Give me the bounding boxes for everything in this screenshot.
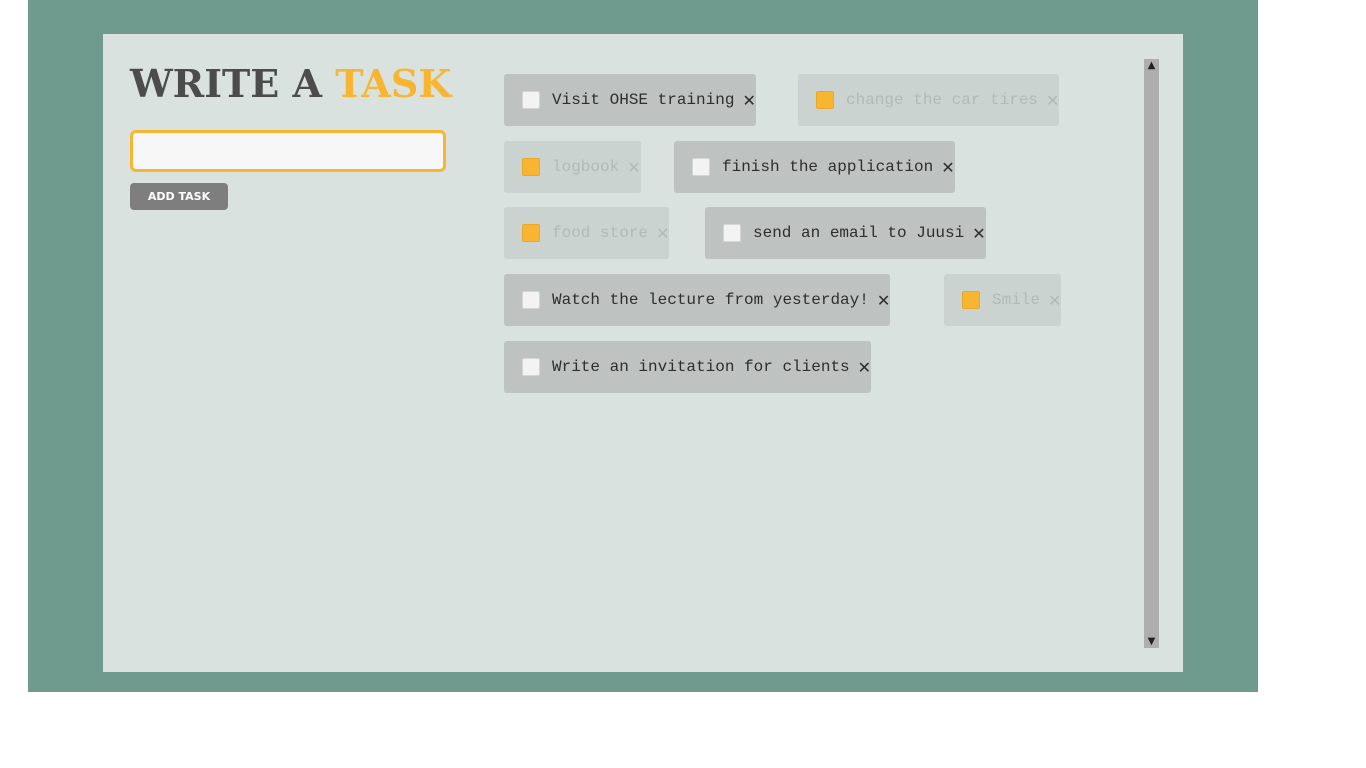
task-item: food store ✕ bbox=[504, 207, 670, 259]
task-checkbox[interactable] bbox=[522, 158, 540, 176]
close-icon[interactable]: ✕ bbox=[742, 91, 755, 110]
task-label: change the car tires bbox=[846, 91, 1039, 109]
task-checkbox[interactable] bbox=[692, 158, 710, 176]
close-icon[interactable]: ✕ bbox=[877, 291, 890, 310]
title-part-2: TASK bbox=[335, 61, 452, 106]
task-item: logbook ✕ bbox=[504, 141, 641, 193]
page-title: WRITE A TASK bbox=[130, 62, 451, 106]
chevron-up-icon[interactable]: ▲ bbox=[1144, 59, 1159, 72]
task-label: food store bbox=[552, 224, 649, 242]
app-background: WRITE A TASK ADD TASK Visit OHSE trainin… bbox=[28, 0, 1258, 692]
task-item: Write an invitation for clients ✕ bbox=[504, 341, 872, 393]
task-label: Smile bbox=[992, 291, 1041, 309]
task-item: Visit OHSE training ✕ bbox=[504, 74, 756, 126]
close-icon[interactable]: ✕ bbox=[1046, 91, 1059, 110]
task-checkbox[interactable] bbox=[816, 91, 834, 109]
close-icon[interactable]: ✕ bbox=[858, 358, 871, 377]
close-icon[interactable]: ✕ bbox=[941, 158, 954, 177]
task-checkbox[interactable] bbox=[723, 224, 741, 242]
task-label: Visit OHSE training bbox=[552, 91, 735, 109]
task-label: logbook bbox=[552, 158, 620, 176]
task-checkbox[interactable] bbox=[962, 291, 980, 309]
task-item: Watch the lecture from yesterday! ✕ bbox=[504, 274, 891, 326]
chevron-down-icon[interactable]: ▼ bbox=[1144, 635, 1159, 648]
task-checkbox[interactable] bbox=[522, 224, 540, 242]
todo-card: WRITE A TASK ADD TASK Visit OHSE trainin… bbox=[103, 34, 1183, 672]
task-label: send an email to Juusi bbox=[753, 224, 965, 242]
task-item: finish the application ✕ bbox=[674, 141, 955, 193]
title-part-1: WRITE A bbox=[130, 61, 322, 106]
task-label: Write an invitation for clients bbox=[552, 358, 850, 376]
task-item: change the car tires ✕ bbox=[798, 74, 1060, 126]
task-checkbox[interactable] bbox=[522, 91, 540, 109]
close-icon[interactable]: ✕ bbox=[972, 224, 985, 243]
close-icon[interactable]: ✕ bbox=[1048, 291, 1061, 310]
scrollbar[interactable]: ▲ ▼ bbox=[1144, 59, 1159, 648]
task-label: Watch the lecture from yesterday! bbox=[552, 291, 869, 309]
task-label: finish the application bbox=[722, 158, 934, 176]
task-input[interactable] bbox=[130, 130, 446, 172]
close-icon[interactable]: ✕ bbox=[627, 158, 640, 177]
add-task-button[interactable]: ADD TASK bbox=[130, 183, 228, 210]
task-checkbox[interactable] bbox=[522, 291, 540, 309]
task-item: Smile ✕ bbox=[944, 274, 1062, 326]
close-icon[interactable]: ✕ bbox=[656, 224, 669, 243]
task-checkbox[interactable] bbox=[522, 358, 540, 376]
task-item: send an email to Juusi ✕ bbox=[705, 207, 986, 259]
